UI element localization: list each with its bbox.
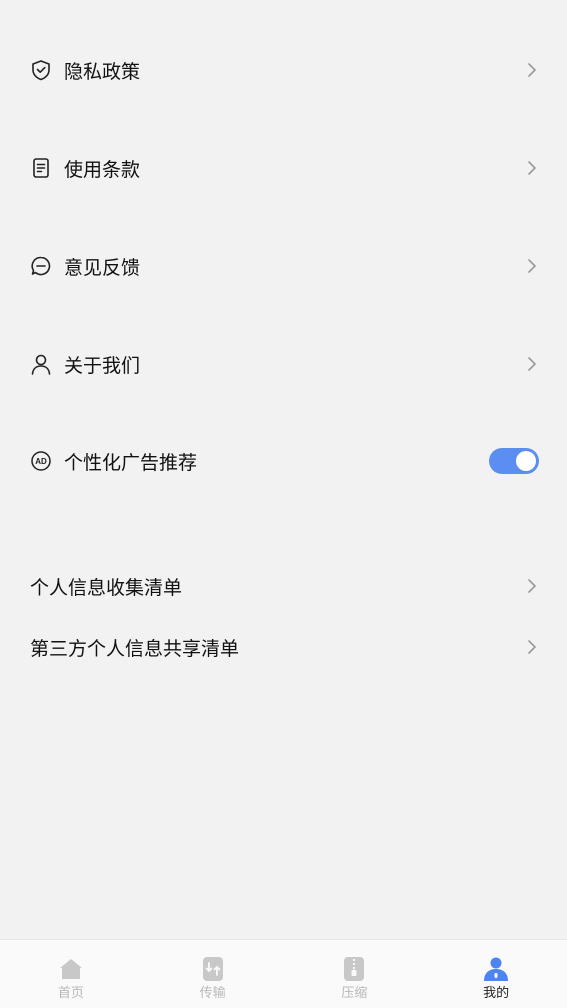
shield-icon	[30, 59, 52, 81]
chevron-right-icon	[525, 256, 539, 276]
chevron-right-icon	[525, 158, 539, 178]
svg-text:AD: AD	[35, 457, 47, 466]
menu-item-feedback[interactable]: 意见反馈	[0, 236, 567, 296]
tab-home-label: 首页	[57, 986, 84, 1001]
personalized-ads-label: 个性化广告推荐	[64, 451, 198, 474]
toggle-knob	[516, 451, 536, 471]
menu-item-privacy-policy[interactable]: 隐私政策	[0, 40, 567, 100]
menu-item-third-party-sharing[interactable]: 第三方个人信息共享清单	[0, 617, 567, 677]
zip-icon	[341, 956, 367, 982]
personalized-ads-toggle[interactable]	[489, 448, 539, 474]
third-party-sharing-label: 第三方个人信息共享清单	[30, 637, 240, 660]
chevron-right-icon	[525, 637, 539, 657]
transfer-icon	[200, 956, 226, 982]
menu-item-about-us[interactable]: 关于我们	[0, 334, 567, 394]
tab-home[interactable]: 首页	[0, 940, 142, 1008]
chat-bubble-icon	[30, 255, 52, 277]
feedback-label: 意见反馈	[64, 256, 141, 279]
document-icon	[30, 157, 52, 179]
menu-item-personal-info-collection[interactable]: 个人信息收集清单	[0, 556, 567, 616]
person-icon	[30, 353, 52, 375]
tab-compress[interactable]: 压缩	[284, 940, 426, 1008]
tab-mine[interactable]: 我的	[425, 940, 567, 1008]
home-icon	[58, 956, 84, 982]
privacy-policy-label: 隐私政策	[64, 60, 141, 83]
tab-compress-label: 压缩	[341, 986, 368, 1001]
chevron-right-icon	[525, 60, 539, 80]
tab-transfer[interactable]: 传输	[142, 940, 284, 1008]
ad-icon: AD	[30, 450, 52, 472]
menu-item-personalized-ads: AD 个性化广告推荐	[0, 431, 567, 491]
personal-info-collection-label: 个人信息收集清单	[30, 576, 183, 599]
menu-item-terms-of-use[interactable]: 使用条款	[0, 138, 567, 198]
bottom-tab-bar: 首页 传输 压缩 我的	[0, 939, 567, 1008]
about-us-label: 关于我们	[64, 354, 141, 377]
tab-transfer-label: 传输	[199, 986, 226, 1001]
chevron-right-icon	[525, 354, 539, 374]
chevron-right-icon	[525, 576, 539, 596]
terms-of-use-label: 使用条款	[64, 158, 141, 181]
user-icon	[483, 956, 509, 982]
tab-mine-label: 我的	[483, 986, 510, 1001]
